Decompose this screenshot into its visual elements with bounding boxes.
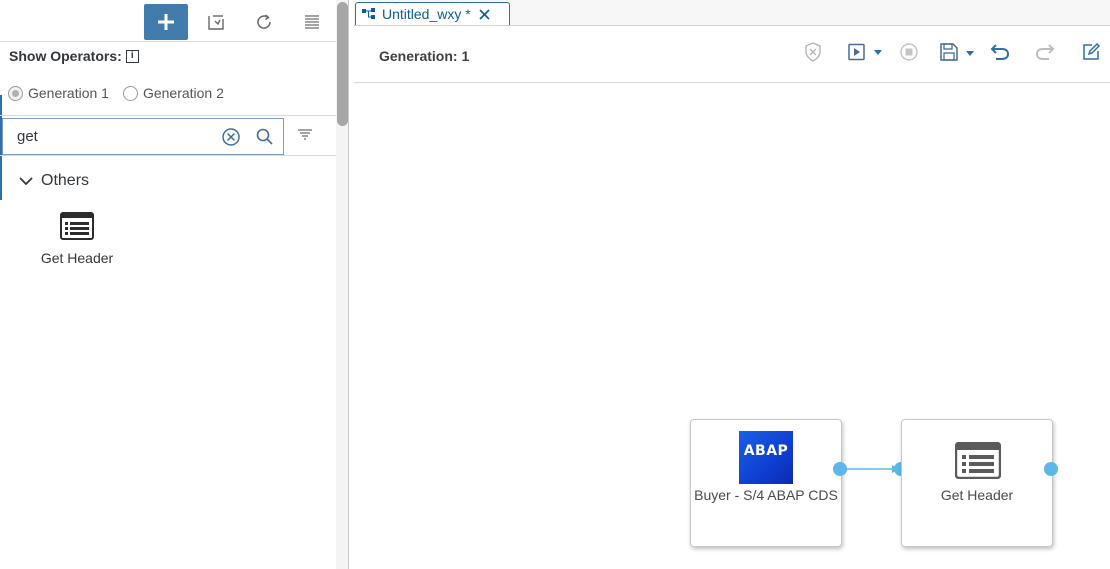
node-buyer-abap-cds[interactable]: ABAP Buyer - S/4 ABAP CDS [690, 419, 842, 547]
search-input[interactable] [17, 128, 207, 145]
redo-button[interactable] [1035, 40, 1055, 64]
save-button[interactable] [939, 40, 977, 64]
redo-icon [1035, 44, 1055, 60]
tab-untitled-wxy[interactable]: Untitled_wxy * [355, 2, 510, 25]
refresh-icon [257, 14, 271, 29]
list-icon [305, 15, 319, 29]
radio-unselected-icon [122, 85, 138, 101]
add-button[interactable] [144, 4, 188, 40]
generation-1-label: Generation 1 [28, 85, 109, 101]
validate-button[interactable] [804, 40, 822, 64]
info-icon[interactable]: i [125, 49, 139, 63]
stop-icon [900, 43, 918, 61]
refresh-button[interactable] [242, 4, 286, 40]
clear-icon[interactable] [221, 127, 241, 147]
close-icon[interactable] [479, 8, 490, 20]
generation-radio-group: Generation 1 Generation 2 [8, 85, 238, 101]
graph-icon [362, 8, 375, 19]
list-view-button[interactable] [290, 4, 334, 40]
output-port[interactable] [1044, 462, 1058, 476]
edit-icon [1083, 43, 1100, 60]
app-root: Show Operators: i Generation 1 Generatio… [0, 0, 1110, 569]
group-others-label: Others [41, 172, 90, 189]
plus-icon [158, 14, 174, 30]
abap-logo-text: ABAP [743, 443, 789, 459]
search-row [0, 115, 336, 156]
search-field [2, 118, 284, 155]
open-graph-icon [208, 15, 224, 30]
operators-toolbar [0, 0, 336, 42]
list-icon [30, 212, 124, 240]
panel-scrollbar[interactable] [336, 0, 348, 569]
search-icon[interactable] [255, 127, 275, 147]
run-icon [848, 43, 882, 61]
group-others-header[interactable]: Others [19, 172, 89, 190]
abap-logo: ABAP [739, 431, 793, 484]
list-icon [954, 441, 1002, 484]
radio-selected-icon [8, 85, 23, 101]
undo-button[interactable] [990, 40, 1010, 64]
operator-get-header[interactable]: Get Header [30, 212, 124, 266]
node-label: Get Header [940, 487, 1014, 503]
graph-editor: Untitled_wxy * Generation: 1 ABAP Buyer … [354, 0, 1110, 569]
show-operators-text: Show Operators: [9, 48, 122, 64]
edit-button[interactable] [1082, 40, 1100, 64]
validate-icon [805, 42, 821, 62]
operators-panel: Show Operators: i Generation 1 Generatio… [0, 0, 349, 569]
undo-icon [990, 44, 1010, 60]
stop-button[interactable] [899, 40, 919, 64]
save-icon [940, 43, 974, 61]
filter-icon[interactable] [297, 128, 313, 144]
generation-2-label: Generation 2 [142, 85, 224, 101]
chevron-down-icon [19, 177, 33, 186]
open-graph-button[interactable] [194, 4, 238, 40]
node-label: Buyer - S/4 ABAP CDS [694, 487, 838, 503]
generation-2-radio[interactable]: Generation 2 [122, 85, 224, 101]
toolbar-divider [354, 82, 1110, 83]
operator-label: Get Header [40, 250, 114, 266]
tab-title: Untitled_wxy * [382, 6, 471, 22]
run-button[interactable] [848, 40, 884, 64]
generation-label: Generation: 1 [379, 48, 470, 64]
scroll-thumb[interactable] [337, 2, 348, 126]
node-get-header[interactable]: Get Header [901, 419, 1053, 547]
output-port[interactable] [833, 462, 847, 476]
show-operators-label: Show Operators: i [9, 48, 139, 64]
generation-1-radio[interactable]: Generation 1 [8, 85, 109, 101]
editor-tabbar: Untitled_wxy * [354, 0, 1110, 26]
